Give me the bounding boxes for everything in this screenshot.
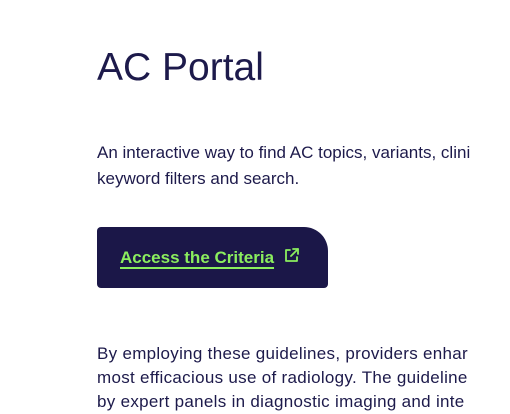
intro-line: keyword filters and search.	[97, 169, 300, 188]
access-criteria-button[interactable]: Access the Criteria	[97, 227, 328, 288]
body-line: By employing these guidelines, providers…	[97, 344, 469, 363]
intro-line: An interactive way to find AC topics, va…	[97, 143, 471, 162]
access-criteria-label: Access the Criteria	[120, 247, 275, 267]
body-paragraph: By employing these guidelines, providers…	[97, 342, 510, 414]
page-title: AC Portal	[97, 46, 264, 89]
intro-paragraph: An interactive way to find AC topics, va…	[97, 140, 510, 192]
main-content: AC Portal An interactive way to find AC …	[97, 0, 510, 414]
body-line: by expert panels in diagnostic imaging a…	[97, 392, 465, 411]
body-line: most efficacious use of radiology. The g…	[97, 368, 468, 387]
external-link-icon	[283, 247, 300, 264]
